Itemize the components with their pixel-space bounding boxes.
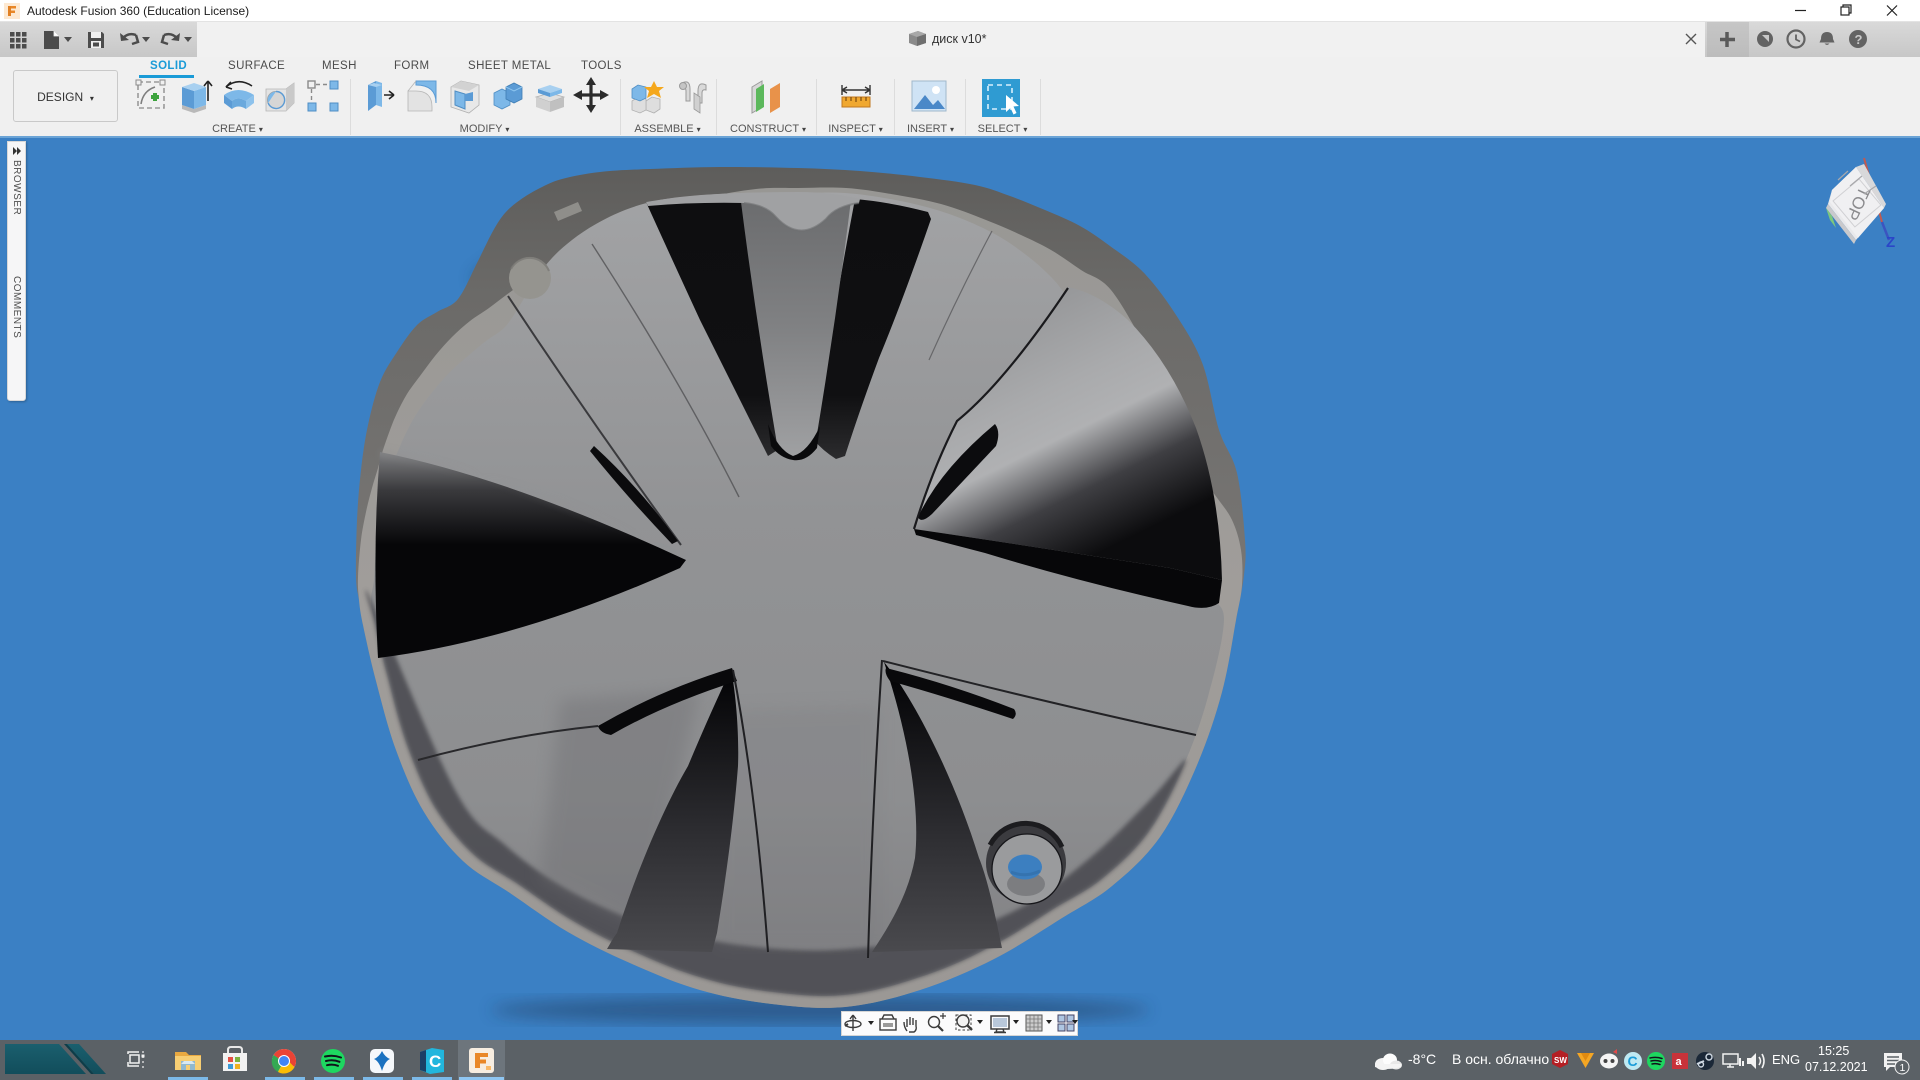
svg-text:C: C <box>1628 1053 1638 1069</box>
svg-text:Z: Z <box>1886 234 1895 251</box>
svg-text:1: 1 <box>1900 1062 1906 1074</box>
svg-text:a: a <box>1676 1056 1683 1068</box>
svg-text:диск v10*: диск v10* <box>932 32 987 46</box>
svg-text:SW: SW <box>1554 1056 1567 1065</box>
svg-text:C: C <box>429 1052 441 1071</box>
svg-text:?: ? <box>1855 32 1863 47</box>
